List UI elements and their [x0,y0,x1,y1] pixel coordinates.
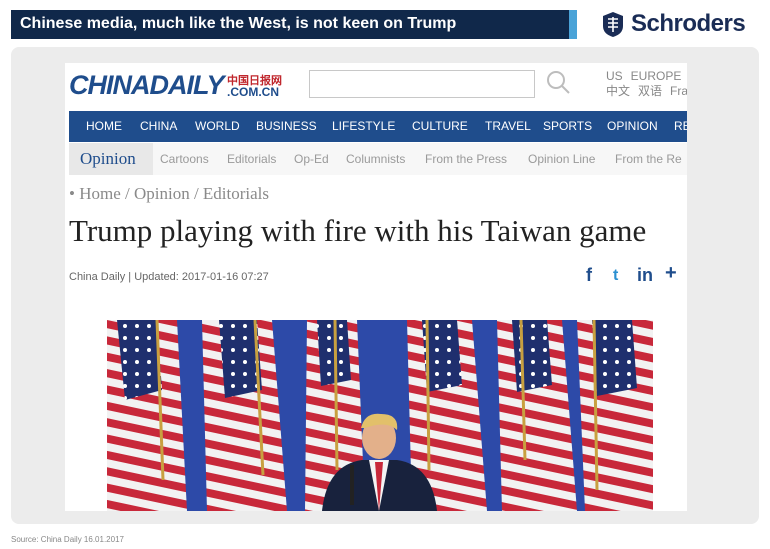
chinadaily-logo[interactable]: CHINADAILY 中国日报网 .COM.CN [69,70,294,100]
slide-title-bar: Chinese media, much like the West, is no… [11,10,577,39]
language-links: US EUROPE 中文 双语 Fra [606,69,687,99]
nav-travel[interactable]: TRAVEL [485,119,531,133]
chinadaily-domain: .COM.CN [227,85,279,99]
sub-nav-op-ed[interactable]: Op-Ed [294,152,329,166]
breadcrumb[interactable]: • Home / Opinion / Editorials [69,184,269,204]
schroders-logo: Schroders [599,8,759,40]
lang-link-europe[interactable]: EUROPE [631,69,682,83]
lang-link-french[interactable]: Fra [670,84,687,98]
lang-row-1: US EUROPE [606,69,687,84]
slide-title: Chinese media, much like the West, is no… [20,15,457,32]
lang-row-2: 中文 双语 Fra [606,84,687,99]
nav-sports[interactable]: SPORTS [543,119,592,133]
sub-nav-opinion-line[interactable]: Opinion Line [528,152,595,166]
article-meta: China Daily | Updated: 2017-01-16 07:27 [69,271,269,283]
lang-link-chinese[interactable]: 中文 [606,84,630,98]
nav-re[interactable]: RE [674,119,687,133]
search-input[interactable] [309,70,535,98]
search-icon[interactable] [545,69,571,95]
lang-link-us[interactable]: US [606,69,623,83]
nav-culture[interactable]: CULTURE [412,119,468,133]
nav-lifestyle[interactable]: LIFESTYLE [332,119,395,133]
chinadaily-wordmark: CHINADAILY [69,70,224,100]
nav-opinion[interactable]: OPINION [607,119,658,133]
crest-icon [603,12,623,37]
source-note: Source: China Daily 16.01.2017 [11,535,124,544]
sub-nav-from-the-press[interactable]: From the Press [425,152,507,166]
lang-link-bilingual[interactable]: 双语 [638,84,662,98]
nav-china[interactable]: CHINA [140,119,177,133]
sub-nav: Opinion Cartoons Editorials Op-Ed Column… [69,143,687,175]
article-photo [107,320,653,511]
logo-text: Schroders [631,10,746,37]
sub-nav-columnists[interactable]: Columnists [346,152,405,166]
linkedin-icon[interactable]: in [637,265,653,286]
facebook-icon[interactable]: f [586,265,592,286]
nav-home[interactable]: HOME [86,119,122,133]
sub-nav-editorials[interactable]: Editorials [227,152,276,166]
nav-business[interactable]: BUSINESS [256,119,317,133]
plus-icon[interactable]: + [665,262,677,285]
sub-nav-from-the-re[interactable]: From the Re [615,152,682,166]
nav-world[interactable]: WORLD [195,119,240,133]
twitter-icon[interactable]: t [613,267,618,285]
sub-nav-cartoons[interactable]: Cartoons [160,152,209,166]
sub-nav-opinion[interactable]: Opinion [80,149,136,169]
website-screenshot: CHINADAILY 中国日报网 .COM.CN US EUROPE 中文 双语 Fr… [65,63,687,511]
title-accent-bar [569,10,577,39]
article-headline: Trump playing with fire with his Taiwan … [69,213,647,248]
main-nav: HOME CHINA WORLD BUSINESS LIFESTYLE CULT… [69,111,687,142]
flags-photo [107,320,653,511]
